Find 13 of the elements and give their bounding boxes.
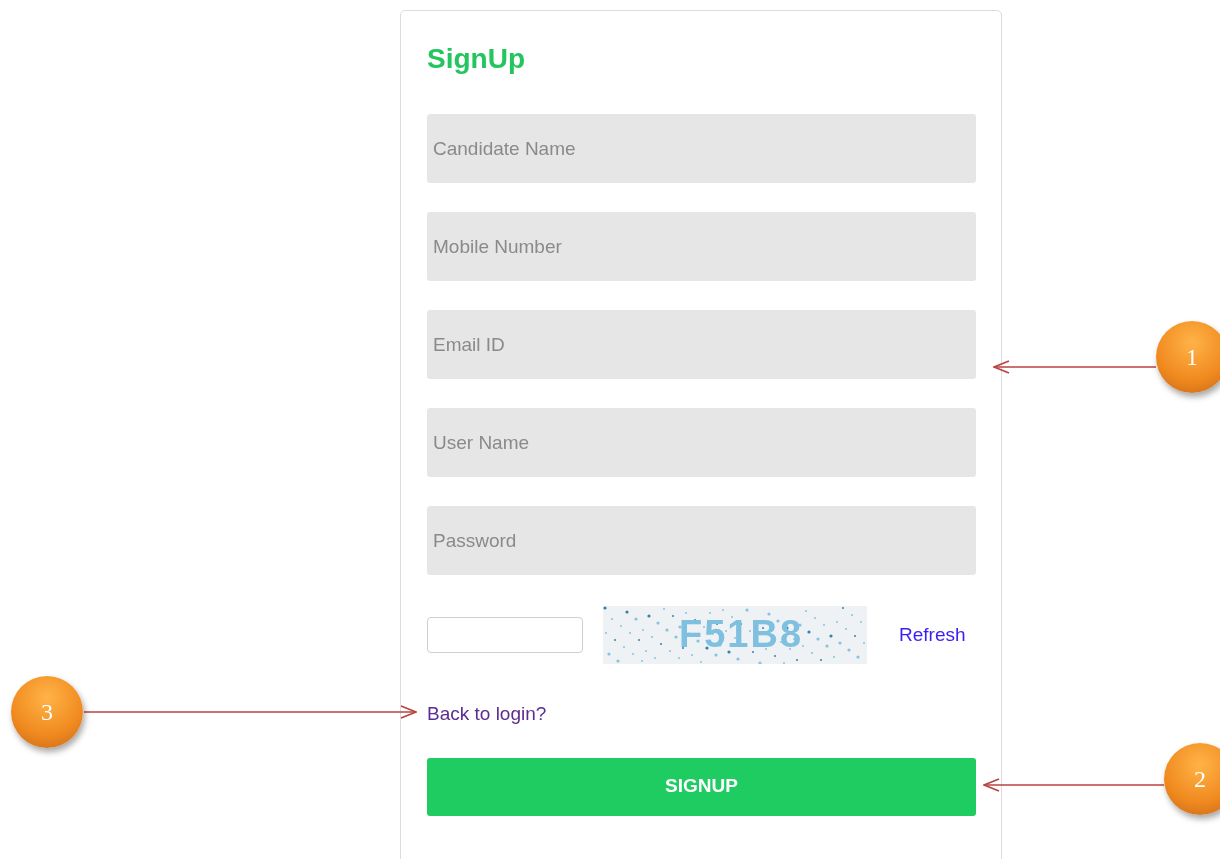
callout-badge: 3 [11,676,83,748]
callout-badge: 2 [1164,743,1220,815]
input-field[interactable]: Mobile Number [427,212,976,281]
refresh-link[interactable]: Refresh [899,620,966,650]
input-field[interactable]: Password [427,506,976,575]
input-field[interactable]: Candidate Name [427,114,976,183]
captcha-code: F51B8 [679,612,804,656]
input-field[interactable]: Email ID [427,310,976,379]
input-field[interactable]: User Name [427,408,976,477]
callout-badge: 1 [1156,321,1220,393]
back-to-login-link[interactable]: Back to login? [427,700,547,729]
captcha-input[interactable] [427,617,583,653]
form-title: SignUp [427,42,525,76]
